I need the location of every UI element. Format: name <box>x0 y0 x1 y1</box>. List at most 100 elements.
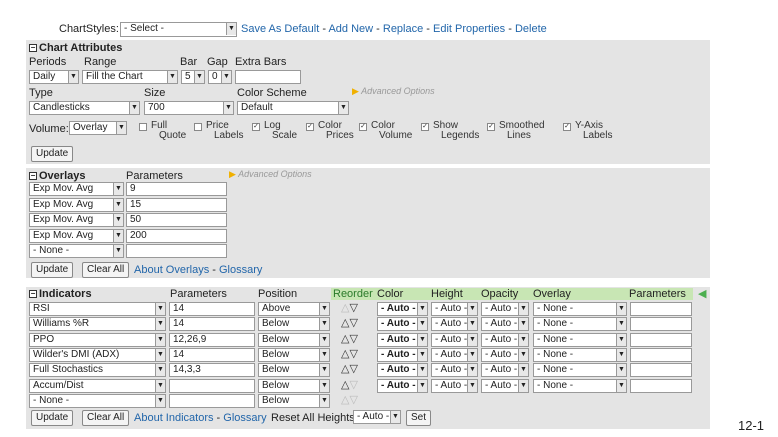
indicator-color-select[interactable]: - Auto - ▼ <box>377 378 428 393</box>
indicator-parameters2-input[interactable] <box>630 302 692 316</box>
indicator-height-select[interactable]: - Auto - ▼ <box>431 363 478 378</box>
overlay-type-select[interactable]: Exp Mov. Avg ▼ <box>29 228 124 243</box>
indicator-parameter-input[interactable]: 14 <box>169 317 255 332</box>
indicator-color-select[interactable]: - Auto - ▼ <box>377 363 428 378</box>
overlays-advanced-options-link[interactable]: ▶ Advanced Options <box>229 169 312 180</box>
overlay-parameter-input[interactable]: 200 <box>126 228 227 243</box>
indicator-type-select[interactable]: Wilder's DMI (ADX) ▼ <box>29 347 166 362</box>
collapse-columns-icon[interactable]: ◀ <box>698 287 706 300</box>
move-down-icon[interactable]: ▽ <box>349 363 357 375</box>
indicator-position-select[interactable]: Below ▼ <box>258 317 330 332</box>
indicator-type-select[interactable]: Full Stochastics ▼ <box>29 363 166 378</box>
indicator-opacity-select[interactable]: - Auto - ▼ <box>481 378 529 393</box>
indicator-position-select[interactable]: Below ▼ <box>258 332 330 347</box>
set-button[interactable]: Set <box>406 410 432 426</box>
range-select[interactable]: Fill the Chart ▼ <box>82 70 178 84</box>
indicator-position-select[interactable]: Above ▼ <box>258 302 330 316</box>
option-checkbox[interactable]: Price Labels <box>194 121 243 141</box>
indicators-header[interactable]: − Indicators <box>29 288 92 300</box>
delete-link[interactable]: Delete <box>515 23 547 35</box>
checkbox-icon[interactable]: ✓ <box>252 123 260 131</box>
overlay-type-select[interactable]: Exp Mov. Avg ▼ <box>29 182 124 196</box>
checkbox-icon[interactable]: ✓ <box>359 123 367 131</box>
size-select[interactable]: 700 ▼ <box>144 101 234 115</box>
type-select[interactable]: Candlesticks ▼ <box>29 101 140 115</box>
indicator-parameter-input[interactable]: 12,26,9 <box>169 332 255 347</box>
move-down-icon[interactable]: ▽ <box>349 379 357 391</box>
advanced-options-link[interactable]: ▶ Advanced Options <box>352 86 435 97</box>
indicator-opacity-select[interactable]: - Auto - ▼ <box>481 302 529 316</box>
indicator-type-select[interactable]: - None - ▼ <box>29 393 166 408</box>
periods-select[interactable]: Daily ▼ <box>29 70 79 84</box>
option-checkbox[interactable]: ✓ Log Scale <box>252 121 297 141</box>
overlay-parameter-input[interactable] <box>126 244 227 258</box>
overlay-parameter-input[interactable]: 50 <box>126 213 227 227</box>
checkbox-icon[interactable] <box>194 123 202 131</box>
indicator-height-select[interactable]: - Auto - ▼ <box>431 302 478 316</box>
indicator-position-select[interactable]: Below ▼ <box>258 347 330 362</box>
indicator-height-select[interactable]: - Auto - ▼ <box>431 317 478 332</box>
about-indicators-link[interactable]: About Indicators <box>134 412 214 424</box>
checkbox-icon[interactable]: ✓ <box>563 123 571 131</box>
indicator-type-select[interactable]: Accum/Dist ▼ <box>29 378 166 393</box>
edit-properties-link[interactable]: Edit Properties <box>433 23 505 35</box>
indicator-parameter-input[interactable] <box>169 378 255 393</box>
option-checkbox[interactable]: ✓ Show Legends <box>421 121 479 141</box>
option-checkbox[interactable]: Full Quote <box>139 121 186 141</box>
color-scheme-select[interactable]: Default ▼ <box>237 101 349 115</box>
option-checkbox[interactable]: ✓ Color Volume <box>359 121 412 141</box>
indicator-overlay-select[interactable]: - None - ▼ <box>533 302 627 316</box>
reset-heights-select[interactable]: - Auto - ▼ <box>353 410 401 424</box>
option-checkbox[interactable]: ✓ Color Prices <box>306 121 354 141</box>
indicator-parameter-input[interactable]: 14 <box>169 302 255 316</box>
indicator-parameters2-input[interactable] <box>630 347 692 362</box>
indicator-opacity-select[interactable]: - Auto - ▼ <box>481 363 529 378</box>
indicator-overlay-select[interactable]: - None - ▼ <box>533 332 627 347</box>
move-down-icon[interactable]: ▽ <box>349 317 357 329</box>
collapse-icon[interactable]: − <box>29 44 37 53</box>
indicator-color-select[interactable]: - Auto - ▼ <box>377 347 428 362</box>
extra-bars-input[interactable] <box>235 70 301 84</box>
overlays-update-button[interactable]: Update <box>31 262 74 278</box>
indicator-overlay-select[interactable]: - None - ▼ <box>533 363 627 378</box>
indicator-overlay-select[interactable]: - None - ▼ <box>533 317 627 332</box>
chart-attributes-header[interactable]: − Chart Attributes <box>29 42 122 54</box>
indicator-height-select[interactable]: - Auto - ▼ <box>431 347 478 362</box>
indicators-glossary-link[interactable]: Glossary <box>223 412 266 424</box>
indicator-type-select[interactable]: Williams %R ▼ <box>29 317 166 332</box>
move-down-icon[interactable]: ▽ <box>349 348 357 360</box>
add-new-link[interactable]: Add New <box>328 23 373 35</box>
indicator-height-select[interactable]: - Auto - ▼ <box>431 332 478 347</box>
overlay-type-select[interactable]: - None - ▼ <box>29 244 124 258</box>
indicators-update-button[interactable]: Update <box>31 410 74 426</box>
indicator-opacity-select[interactable]: - Auto - ▼ <box>481 317 529 332</box>
chevron-down-icon[interactable]: ▼ <box>226 23 236 35</box>
checkbox-icon[interactable]: ✓ <box>421 123 429 131</box>
indicator-parameter-input[interactable]: 14 <box>169 347 255 362</box>
indicator-opacity-select[interactable]: - Auto - ▼ <box>481 347 529 362</box>
indicator-type-select[interactable]: RSI ▼ <box>29 302 166 316</box>
move-down-icon[interactable]: ▽ <box>349 302 357 314</box>
volume-select[interactable]: Overlay ▼ <box>69 121 127 135</box>
indicators-clear-all-button[interactable]: Clear All <box>82 410 130 426</box>
checkbox-icon[interactable]: ✓ <box>487 123 495 131</box>
indicator-overlay-select[interactable]: - None - ▼ <box>533 378 627 393</box>
option-checkbox[interactable]: ✓ Y-Axis Labels <box>563 121 612 141</box>
chartstyles-select[interactable]: - Select - ▼ <box>120 22 237 37</box>
checkbox-icon[interactable] <box>139 123 147 131</box>
indicator-parameter-input[interactable]: 14,3,3 <box>169 363 255 378</box>
indicator-position-select[interactable]: Below ▼ <box>258 378 330 393</box>
indicator-type-select[interactable]: PPO ▼ <box>29 332 166 347</box>
overlays-glossary-link[interactable]: Glossary <box>219 264 262 276</box>
gap-select[interactable]: 0 ▼ <box>208 70 232 84</box>
checkbox-icon[interactable]: ✓ <box>306 123 314 131</box>
indicator-parameters2-input[interactable] <box>630 378 692 393</box>
overlays-header[interactable]: − Overlays <box>29 170 85 182</box>
indicator-position-select[interactable]: Below ▼ <box>258 393 330 408</box>
collapse-icon[interactable]: − <box>29 290 37 299</box>
replace-link[interactable]: Replace <box>383 23 423 35</box>
about-overlays-link[interactable]: About Overlays <box>134 264 209 276</box>
update-chart-button[interactable]: Update <box>31 146 74 162</box>
overlays-clear-all-button[interactable]: Clear All <box>82 262 130 278</box>
indicator-color-select[interactable]: - Auto - ▼ <box>377 302 428 316</box>
